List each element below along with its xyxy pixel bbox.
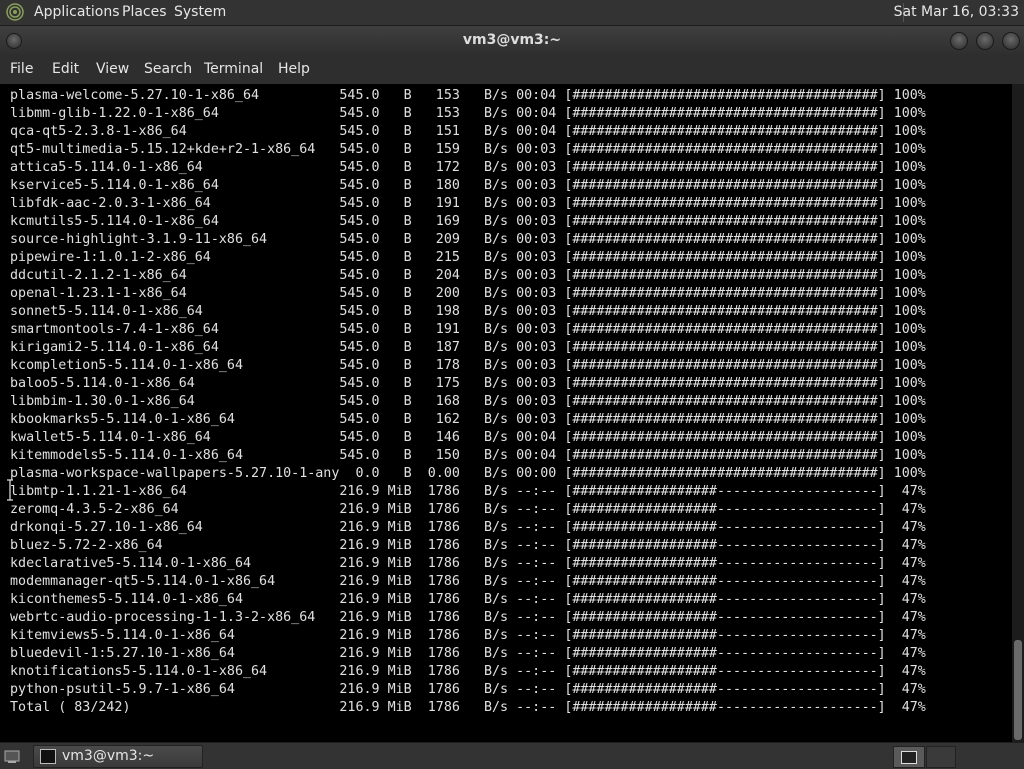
terminal-line: source-highlight-3.1.9-11-x86_64 545.0 B… bbox=[10, 232, 926, 247]
terminal-line: kwallet5-5.114.0-1-x86_64 545.0 B 146 B/… bbox=[10, 430, 926, 445]
terminal-line: kitemmodels5-5.114.0-1-x86_64 545.0 B 15… bbox=[10, 448, 926, 463]
terminal-area[interactable]: plasma-welcome-5.27.10-1-x86_64 545.0 B … bbox=[0, 84, 1024, 742]
workspace-2[interactable] bbox=[926, 746, 956, 768]
terminal-line: kirigami2-5.114.0-1-x86_64 545.0 B 187 B… bbox=[10, 340, 926, 355]
menu-view[interactable]: View bbox=[96, 61, 129, 77]
terminal-line: attica5-5.114.0-1-x86_64 545.0 B 172 B/s… bbox=[10, 160, 926, 175]
terminal-line: ddcutil-2.1.2-1-x86_64 545.0 B 204 B/s 0… bbox=[10, 268, 926, 283]
system-menu[interactable]: System bbox=[174, 4, 226, 20]
terminal-line: kdeclarative5-5.114.0-1-x86_64 216.9 MiB… bbox=[10, 556, 926, 571]
terminal-line: Total ( 83/242) 216.9 MiB 1786 B/s --:--… bbox=[10, 700, 926, 715]
workspace-1[interactable] bbox=[893, 746, 925, 768]
terminal-line: kiconthemes5-5.114.0-1-x86_64 216.9 MiB … bbox=[10, 592, 926, 607]
terminal-line: bluez-5.72-2-x86_64 216.9 MiB 1786 B/s -… bbox=[10, 538, 926, 553]
terminal-line: kcompletion5-5.114.0-1-x86_64 545.0 B 17… bbox=[10, 358, 926, 373]
terminal-line: zeromq-4.3.5-2-x86_64 216.9 MiB 1786 B/s… bbox=[10, 502, 926, 517]
minimize-button[interactable] bbox=[950, 32, 968, 50]
terminal-line: plasma-welcome-5.27.10-1-x86_64 545.0 B … bbox=[10, 88, 926, 103]
terminal-line: kservice5-5.114.0-1-x86_64 545.0 B 180 B… bbox=[10, 178, 926, 193]
terminal-line: webrtc-audio-processing-1-1.3-2-x86_64 2… bbox=[10, 610, 926, 625]
terminal-line: kcmutils5-5.114.0-1-x86_64 545.0 B 169 B… bbox=[10, 214, 926, 229]
window-title: vm3@vm3:~ bbox=[462, 32, 562, 48]
places-menu[interactable]: Places bbox=[122, 4, 167, 20]
terminal-line: python-psutil-5.9.7-1-x86_64 216.9 MiB 1… bbox=[10, 682, 926, 697]
terminal-line: plasma-workspace-wallpapers-5.27.10-1-an… bbox=[10, 466, 926, 481]
terminal-line: knotifications5-5.114.0-1-x86_64 216.9 M… bbox=[10, 664, 926, 679]
terminal-line: libmm-glib-1.22.0-1-x86_64 545.0 B 153 B… bbox=[10, 106, 926, 121]
close-button[interactable] bbox=[1002, 32, 1020, 50]
terminal-output: plasma-welcome-5.27.10-1-x86_64 545.0 B … bbox=[10, 87, 1010, 717]
terminal-line: openal-1.23.1-1-x86_64 545.0 B 200 B/s 0… bbox=[10, 286, 926, 301]
menu-search[interactable]: Search bbox=[144, 61, 192, 77]
terminal-line: libfdk-aac-2.0.3-1-x86_64 545.0 B 191 B/… bbox=[10, 196, 926, 211]
terminal-scrollbar[interactable] bbox=[1012, 84, 1024, 742]
terminal-line: modemmanager-qt5-5.114.0-1-x86_64 216.9 … bbox=[10, 574, 926, 589]
terminal-line: drkonqi-5.27.10-1-x86_64 216.9 MiB 1786 … bbox=[10, 520, 926, 535]
bottom-taskbar: vm3@vm3:~ bbox=[0, 742, 1024, 769]
taskbar-window-button[interactable]: vm3@vm3:~ bbox=[33, 745, 203, 768]
terminal-line: smartmontools-7.4-1-x86_64 545.0 B 191 B… bbox=[10, 322, 926, 337]
taskbar-window-label: vm3@vm3:~ bbox=[62, 748, 155, 764]
menubar: File Edit View Search Terminal Help bbox=[0, 54, 1024, 84]
terminal-line: bluedevil-1:5.27.10-1-x86_64 216.9 MiB 1… bbox=[10, 646, 926, 661]
terminal-line: baloo5-5.114.0-1-x86_64 545.0 B 175 B/s … bbox=[10, 376, 926, 391]
applications-menu[interactable]: Applications bbox=[34, 4, 120, 20]
clock[interactable]: Sat Mar 16, 03:33 bbox=[894, 4, 1019, 20]
terminal-line: pipewire-1:1.0.1-2-x86_64 545.0 B 215 B/… bbox=[10, 250, 926, 265]
terminal-line: kitemviews5-5.114.0-1-x86_64 216.9 MiB 1… bbox=[10, 628, 926, 643]
menu-help[interactable]: Help bbox=[278, 61, 310, 77]
top-panel: Applications Places System Sat Mar 16, 0… bbox=[0, 0, 1024, 26]
terminal-line: libmbim-1.30.0-1-x86_64 545.0 B 168 B/s … bbox=[10, 394, 926, 409]
terminal-line: libmtp-1.1.21-1-x86_64 216.9 MiB 1786 B/… bbox=[10, 484, 926, 499]
terminal-icon bbox=[40, 749, 56, 764]
menu-edit[interactable]: Edit bbox=[52, 61, 79, 77]
terminal-line: qt5-multimedia-5.15.12+kde+r2-1-x86_64 5… bbox=[10, 142, 926, 157]
workspace-window-icon bbox=[901, 751, 917, 764]
menu-terminal[interactable]: Terminal bbox=[204, 61, 263, 77]
ibeam-cursor-icon bbox=[7, 479, 13, 501]
scrollbar-thumb[interactable] bbox=[1014, 640, 1022, 740]
terminal-line: kbookmarks5-5.114.0-1-x86_64 545.0 B 162… bbox=[10, 412, 926, 427]
terminal-line: sonnet5-5.114.0-1-x86_64 545.0 B 198 B/s… bbox=[10, 304, 926, 319]
maximize-button[interactable] bbox=[976, 32, 994, 50]
terminal-line: qca-qt5-2.3.8-1-x86_64 545.0 B 151 B/s 0… bbox=[10, 124, 926, 139]
show-desktop-icon[interactable] bbox=[3, 747, 21, 765]
menu-file[interactable]: File bbox=[10, 61, 33, 77]
window-titlebar[interactable]: vm3@vm3:~ bbox=[0, 26, 1024, 54]
distro-logo-icon[interactable] bbox=[6, 3, 24, 21]
